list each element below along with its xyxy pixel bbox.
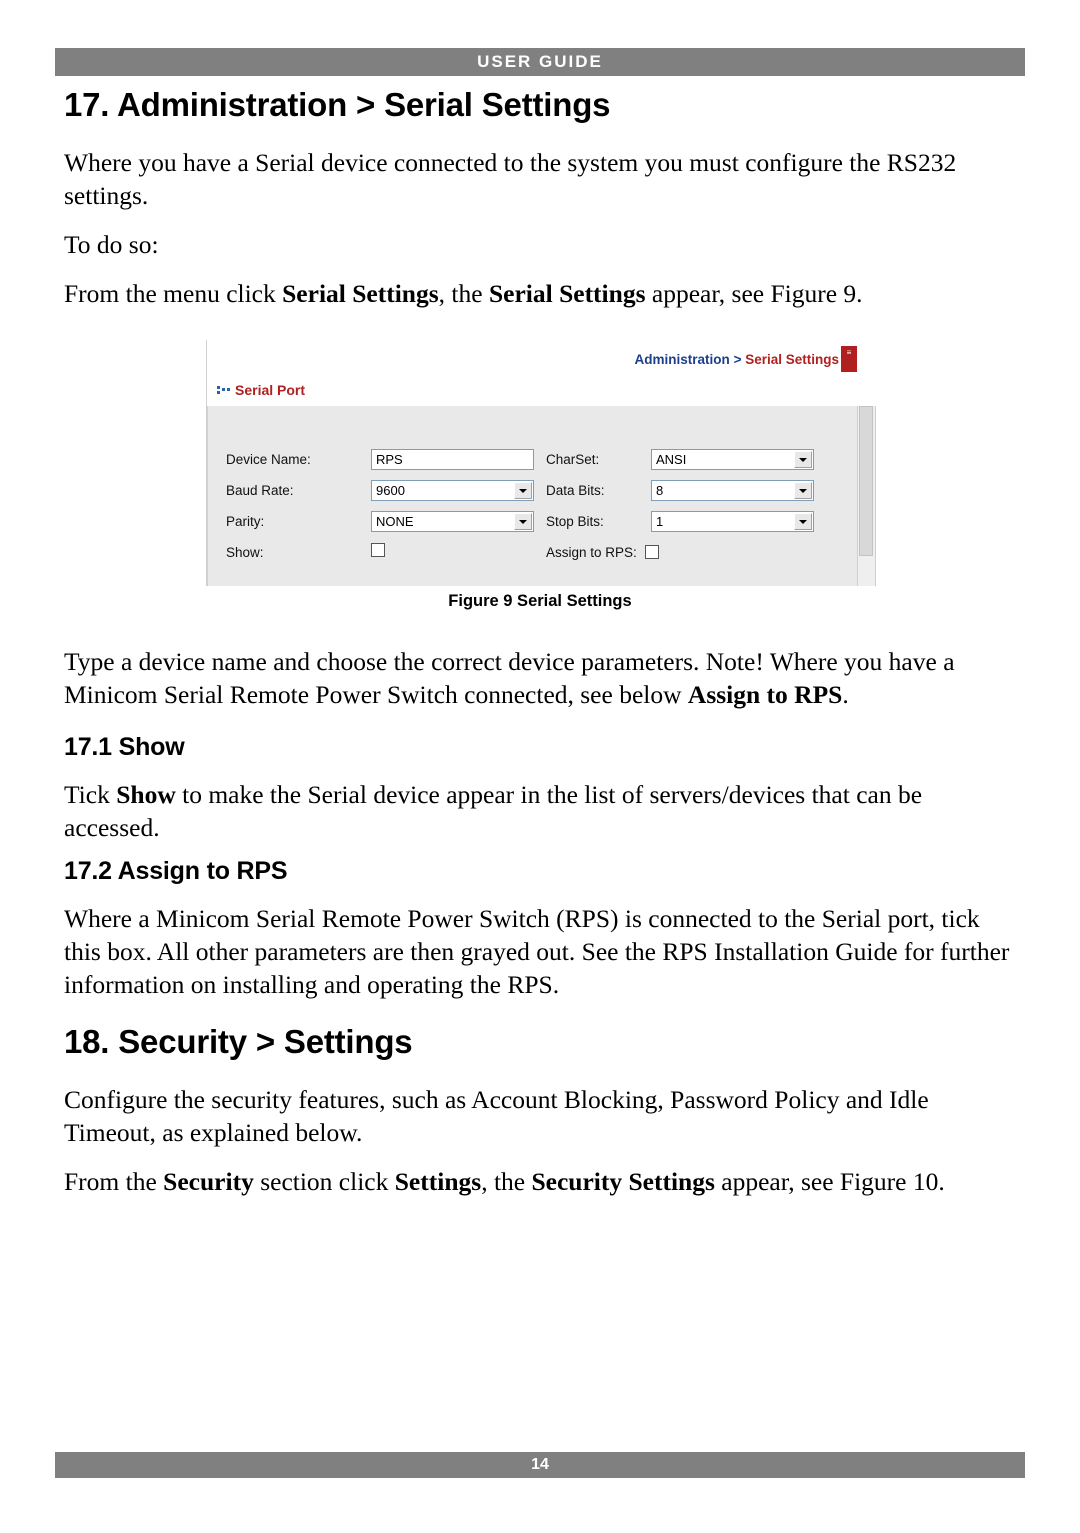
breadcrumb-item-administration[interactable]: Administration	[635, 352, 730, 367]
section-17-1-title: 17.1 Show	[64, 733, 185, 761]
section-17-1-bold-1: Show	[116, 780, 176, 809]
charset-value: ANSI	[656, 451, 687, 467]
chapter-18-bold-3: Security Settings	[531, 1167, 715, 1196]
parity-select[interactable]: NONE	[371, 510, 534, 532]
breadcrumb-separator: >	[729, 352, 746, 367]
chapter-18-from: From the Security section click Settings…	[64, 1165, 1016, 1198]
after-figure-text-2: .	[842, 680, 849, 709]
device-name-input[interactable]: RPS	[371, 448, 534, 470]
after-figure-bold-1: Assign to RPS	[687, 680, 843, 709]
chapter-18-intro: Configure the security features, such as…	[64, 1085, 929, 1147]
device-name-label: Device Name:	[226, 451, 311, 467]
form-row-device-name: Device Name: RPS CharSet: ANSI	[226, 444, 846, 474]
parity-value: NONE	[376, 513, 414, 529]
baud-rate-cell: 9600	[371, 479, 546, 501]
serial-settings-form: Device Name: RPS CharSet: ANSI Baud Rate…	[226, 444, 846, 568]
document-page: USER GUIDE 17. Administration > Serial S…	[0, 0, 1080, 1533]
from-menu-text-2: , the	[438, 279, 489, 308]
chevron-down-icon[interactable]	[514, 481, 532, 499]
panel-scrollbar[interactable]	[857, 406, 876, 586]
baud-rate-value: 9600	[376, 482, 405, 498]
from-menu-bold-2: Serial Settings	[488, 279, 646, 308]
section-17-2-text: Where a Minicom Serial Remote Power Swit…	[64, 904, 1010, 999]
chapter-17-from-menu: From the menu click Serial Settings, the…	[64, 277, 1016, 310]
from-menu-text-3: appear, see Figure 9.	[645, 279, 863, 308]
chevron-down-icon[interactable]	[794, 512, 812, 530]
baud-rate-select[interactable]: 9600	[371, 479, 534, 501]
form-row-parity: Parity: NONE Stop Bits: 1	[226, 506, 846, 536]
header-title: USER GUIDE	[477, 52, 603, 71]
page-footer-bar: 14	[55, 1452, 1025, 1478]
data-bits-select[interactable]: 8	[651, 479, 814, 501]
parity-label: Parity:	[226, 513, 265, 529]
chapter-17-title: 17. Administration > Serial Settings	[64, 86, 611, 123]
chevron-down-icon[interactable]	[794, 450, 812, 468]
bullet-dots-icon	[217, 385, 231, 395]
stop-bits-value: 1	[656, 513, 664, 529]
screenshot-topbar: Administration > Serial Settings ≡	[207, 340, 875, 382]
page-number: 14	[531, 1456, 549, 1473]
chapter-18-text-3: , the	[481, 1167, 532, 1196]
chapter-18-title: 18. Security > Settings	[64, 1023, 413, 1060]
device-name-cell: RPS	[371, 448, 546, 470]
from-menu-text-1: From the menu click	[64, 279, 283, 308]
charset-cell: ANSI	[651, 448, 826, 470]
assign-to-rps-checkbox[interactable]	[644, 545, 659, 559]
section-17-1-text-1: Tick	[64, 780, 117, 809]
serial-port-panel: Device Name: RPS CharSet: ANSI Baud Rate…	[207, 406, 858, 586]
red-tab-icon[interactable]: ≡	[841, 346, 857, 372]
data-bits-cell: 8	[651, 479, 826, 501]
show-checkbox[interactable]	[371, 542, 385, 557]
serial-port-heading-label: Serial Port	[235, 382, 306, 398]
chevron-down-icon[interactable]	[514, 512, 532, 530]
serial-settings-screenshot: Administration > Serial Settings ≡ Seria…	[206, 340, 876, 586]
data-bits-label: Data Bits:	[546, 482, 605, 498]
breadcrumb: Administration > Serial Settings	[635, 352, 839, 367]
chevron-down-icon[interactable]	[794, 481, 812, 499]
baud-rate-label: Baud Rate:	[226, 482, 294, 498]
data-bits-value: 8	[656, 482, 664, 498]
form-row-show: Show: Assign to RPS:	[226, 537, 846, 567]
page-content: 17. Administration > Serial Settings Whe…	[64, 86, 1016, 1198]
figure-9-caption: Figure 9 Serial Settings	[448, 592, 632, 610]
parity-cell: NONE	[371, 510, 546, 532]
from-menu-bold-1: Serial Settings	[282, 279, 439, 308]
section-17-2-title: 17.2 Assign to RPS	[64, 857, 288, 885]
page-header-bar: USER GUIDE	[55, 48, 1025, 76]
breadcrumb-item-serial-settings: Serial Settings	[745, 352, 839, 367]
section-17-1-text-2: to make the Serial device appear in the …	[64, 780, 923, 842]
chapter-18-bold-2: Settings	[394, 1167, 482, 1196]
show-cell	[371, 542, 546, 562]
assign-to-rps-cell: Assign to RPS:	[546, 545, 659, 560]
stop-bits-cell: 1	[651, 510, 826, 532]
form-row-baud-rate: Baud Rate: 9600 Data Bits: 8	[226, 475, 846, 505]
charset-select[interactable]: ANSI	[651, 448, 814, 470]
chapter-17-todo: To do so:	[64, 230, 159, 259]
chapter-17-intro: Where you have a Serial device connected…	[64, 148, 957, 210]
show-label: Show:	[226, 544, 264, 560]
chapter-18-text-2: section click	[253, 1167, 395, 1196]
chapter-17-after-figure: Type a device name and choose the correc…	[64, 645, 1016, 711]
chapter-18-text-4: appear, see Figure 10.	[714, 1167, 945, 1196]
assign-to-rps-label: Assign to RPS:	[546, 544, 637, 560]
stop-bits-label: Stop Bits:	[546, 513, 604, 529]
chapter-18-text-1: From the	[64, 1167, 164, 1196]
serial-port-heading: Serial Port	[217, 382, 305, 398]
chapter-18-bold-1: Security	[163, 1167, 254, 1196]
figure-9: Administration > Serial Settings ≡ Seria…	[206, 340, 876, 611]
charset-label: CharSet:	[546, 451, 600, 467]
stop-bits-select[interactable]: 1	[651, 510, 814, 532]
section-17-1-text: Tick Show to make the Serial device appe…	[64, 778, 1016, 844]
scrollbar-thumb[interactable]	[859, 406, 873, 556]
